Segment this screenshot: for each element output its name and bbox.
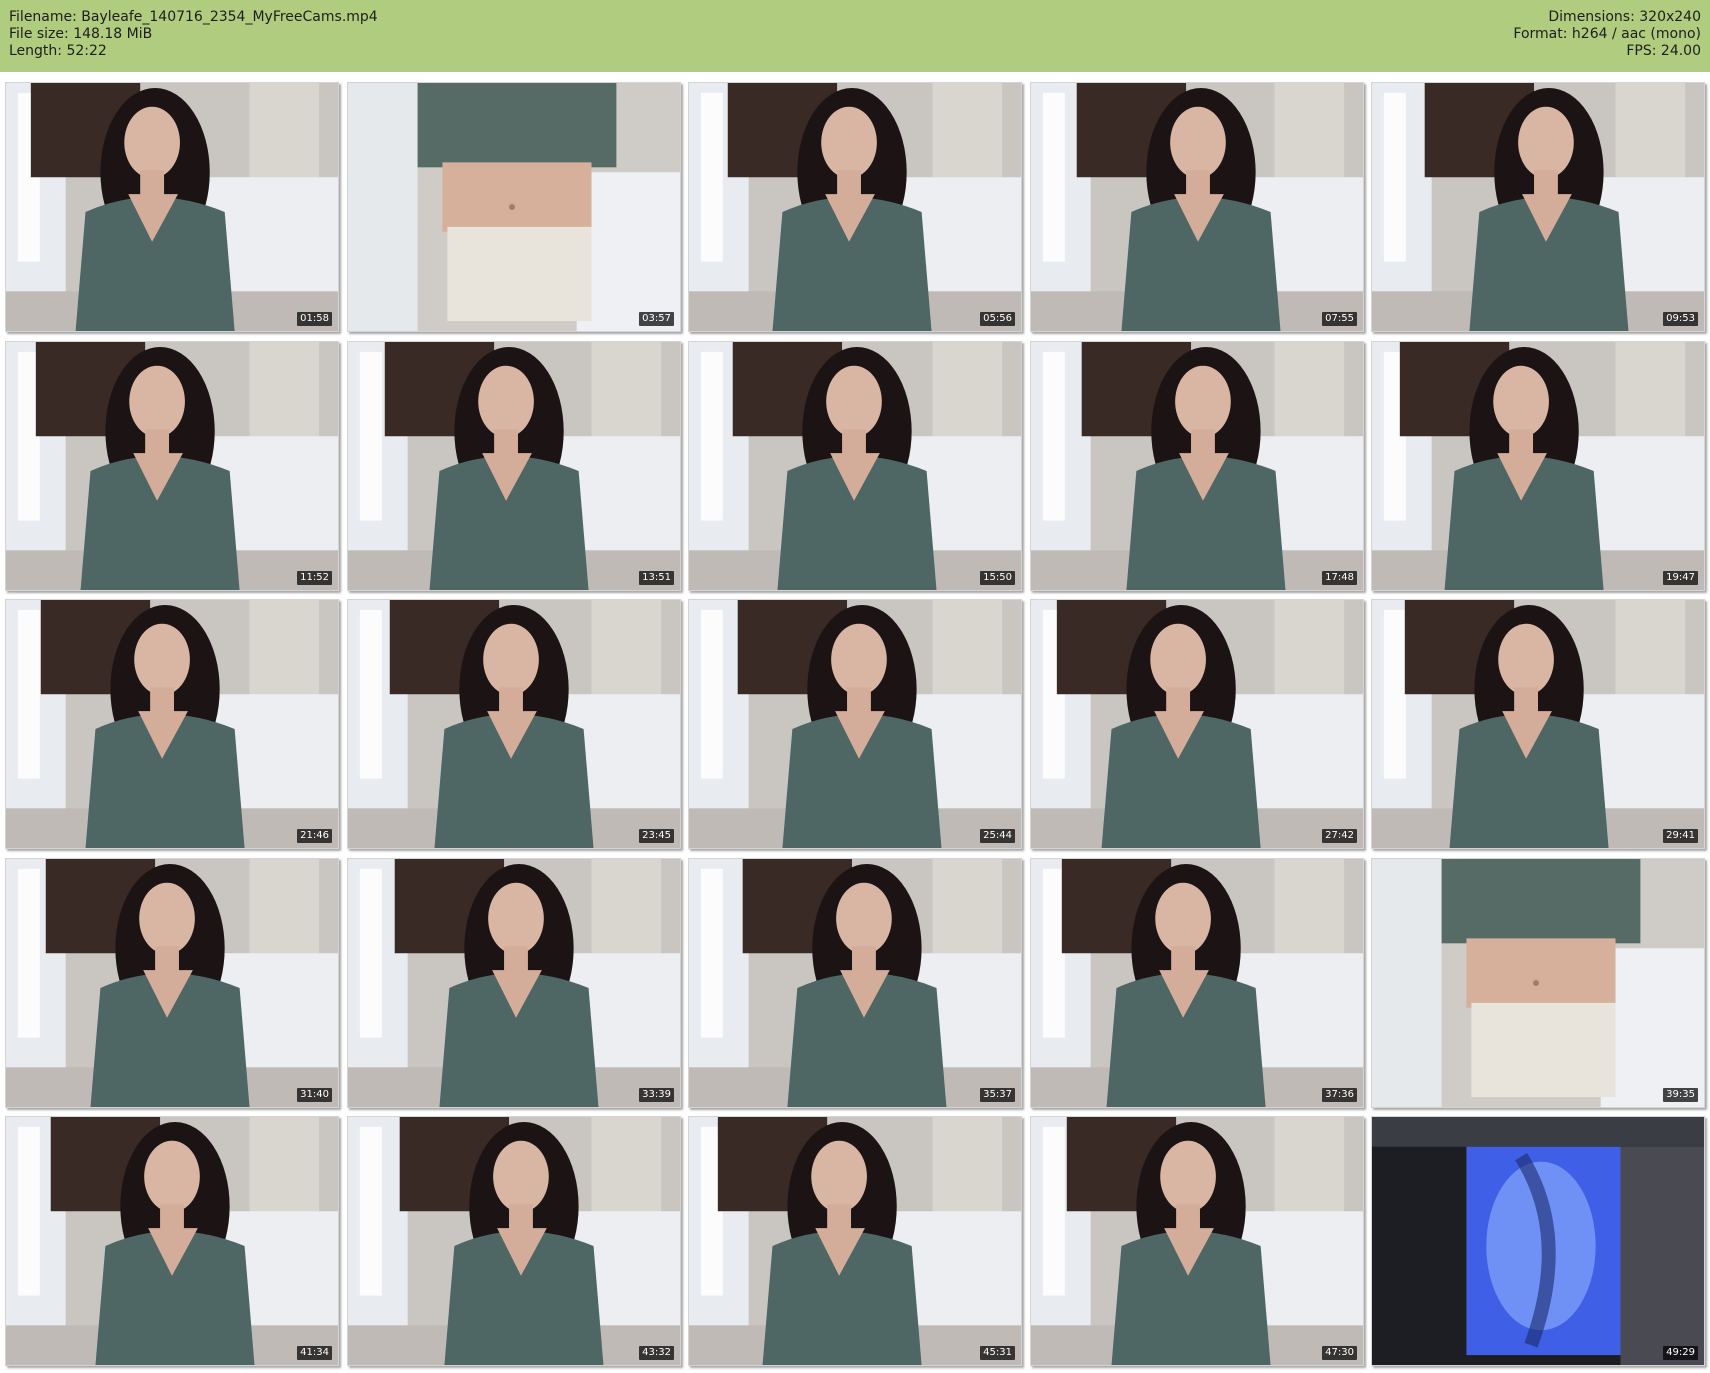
thumbnail-frame-image [1031, 342, 1363, 590]
thumbnail-frame-image [348, 342, 680, 590]
thumbnail-frame-image [689, 83, 1021, 331]
thumbnail-timestamp: 33:39 [639, 1088, 674, 1102]
thumbnail-frame-image [348, 1117, 680, 1365]
dimensions-text: Dimensions: 320x240 [1548, 9, 1701, 25]
thumbnail-timestamp: 31:40 [297, 1088, 332, 1102]
thumbnail-frame-image [1372, 342, 1704, 590]
thumbnail-timestamp: 05:56 [980, 312, 1015, 326]
video-thumbnail: 21:46 [5, 599, 339, 849]
file-info-left: Filename: Bayleafe_140716_2354_MyFreeCam… [9, 9, 378, 60]
video-thumbnail: 37:36 [1030, 858, 1364, 1108]
thumbnail-frame-image [6, 1117, 338, 1365]
thumbnail-frame-image [1031, 83, 1363, 331]
thumbnail-timestamp: 39:35 [1663, 1088, 1698, 1102]
thumbnail-frame-image [1372, 1117, 1704, 1365]
video-thumbnail: 33:39 [347, 858, 681, 1108]
video-thumbnail: 43:32 [347, 1116, 681, 1366]
info-header: Filename: Bayleafe_140716_2354_MyFreeCam… [0, 0, 1710, 72]
video-thumbnail: 07:55 [1030, 82, 1364, 332]
thumbnail-timestamp: 37:36 [1322, 1088, 1357, 1102]
fps-text: FPS: 24.00 [1626, 43, 1701, 59]
thumbnail-frame-image [348, 600, 680, 848]
video-thumbnail: 15:50 [688, 341, 1022, 591]
video-thumbnail: 29:41 [1371, 599, 1705, 849]
video-thumbnail: 41:34 [5, 1116, 339, 1366]
thumbnail-timestamp: 13:51 [639, 571, 674, 585]
video-thumbnail: 25:44 [688, 599, 1022, 849]
thumbnail-frame-image [6, 859, 338, 1107]
video-thumbnail: 03:57 [347, 82, 681, 332]
thumbnail-frame-image [6, 342, 338, 590]
thumbnail-frame-image [1372, 83, 1704, 331]
video-thumbnail: 11:52 [5, 341, 339, 591]
thumbnail-frame-image [1372, 600, 1704, 848]
video-thumbnail: 39:35 [1371, 858, 1705, 1108]
filesize-text: File size: 148.18 MiB [9, 26, 153, 42]
thumbnail-timestamp: 29:41 [1663, 829, 1698, 843]
video-thumbnail: 19:47 [1371, 341, 1705, 591]
video-thumbnail: 35:37 [688, 858, 1022, 1108]
thumbnail-timestamp: 27:42 [1322, 829, 1357, 843]
thumbnail-timestamp: 21:46 [297, 829, 332, 843]
thumbnail-timestamp: 41:34 [297, 1346, 332, 1360]
thumbnail-timestamp: 07:55 [1322, 312, 1357, 326]
thumbnail-timestamp: 43:32 [639, 1346, 674, 1360]
video-thumbnail: 27:42 [1030, 599, 1364, 849]
thumbnail-timestamp: 49:29 [1663, 1346, 1698, 1360]
thumbnail-grid: 01:58 03:57 05:56 07:55 09:53 11:52 13:51 15:50… [5, 82, 1705, 1370]
filename-text: Filename: Bayleafe_140716_2354_MyFreeCam… [9, 9, 378, 25]
video-thumbnail: 31:40 [5, 858, 339, 1108]
thumbnail-timestamp: 23:45 [639, 829, 674, 843]
thumbnail-frame-image [689, 859, 1021, 1107]
thumbnail-timestamp: 01:58 [297, 312, 332, 326]
video-thumbnail: 49:29 [1371, 1116, 1705, 1366]
thumbnail-timestamp: 09:53 [1663, 312, 1698, 326]
thumbnail-frame-image [689, 342, 1021, 590]
file-info-right: Dimensions: 320x240 Format: h264 / aac (… [1513, 9, 1701, 60]
thumbnail-timestamp: 03:57 [639, 312, 674, 326]
thumbnail-frame-image [348, 859, 680, 1107]
thumbnail-frame-image [1372, 859, 1704, 1107]
video-thumbnail: 23:45 [347, 599, 681, 849]
thumbnail-frame-image [689, 600, 1021, 848]
video-thumbnail: 17:48 [1030, 341, 1364, 591]
video-thumbnail: 45:31 [688, 1116, 1022, 1366]
thumbnail-frame-image [1031, 1117, 1363, 1365]
thumbnail-timestamp: 35:37 [980, 1088, 1015, 1102]
format-text: Format: h264 / aac (mono) [1513, 26, 1701, 42]
thumbnail-timestamp: 17:48 [1322, 571, 1357, 585]
thumbnail-frame-image [1031, 859, 1363, 1107]
video-thumbnail: 05:56 [688, 82, 1022, 332]
thumbnail-frame-image [6, 600, 338, 848]
thumbnail-timestamp: 47:30 [1322, 1346, 1357, 1360]
thumbnail-frame-image [689, 1117, 1021, 1365]
video-thumbnail: 09:53 [1371, 82, 1705, 332]
video-thumbnail: 01:58 [5, 82, 339, 332]
thumbnail-frame-image [6, 83, 338, 331]
thumbnail-timestamp: 25:44 [980, 829, 1015, 843]
thumbnail-frame-image [1031, 600, 1363, 848]
thumbnail-timestamp: 45:31 [980, 1346, 1015, 1360]
video-thumbnail: 47:30 [1030, 1116, 1364, 1366]
length-text: Length: 52:22 [9, 43, 107, 59]
thumbnail-timestamp: 11:52 [297, 571, 332, 585]
thumbnail-timestamp: 15:50 [980, 571, 1015, 585]
thumbnail-frame-image [348, 83, 680, 331]
thumbnail-timestamp: 19:47 [1663, 571, 1698, 585]
video-thumbnail: 13:51 [347, 341, 681, 591]
